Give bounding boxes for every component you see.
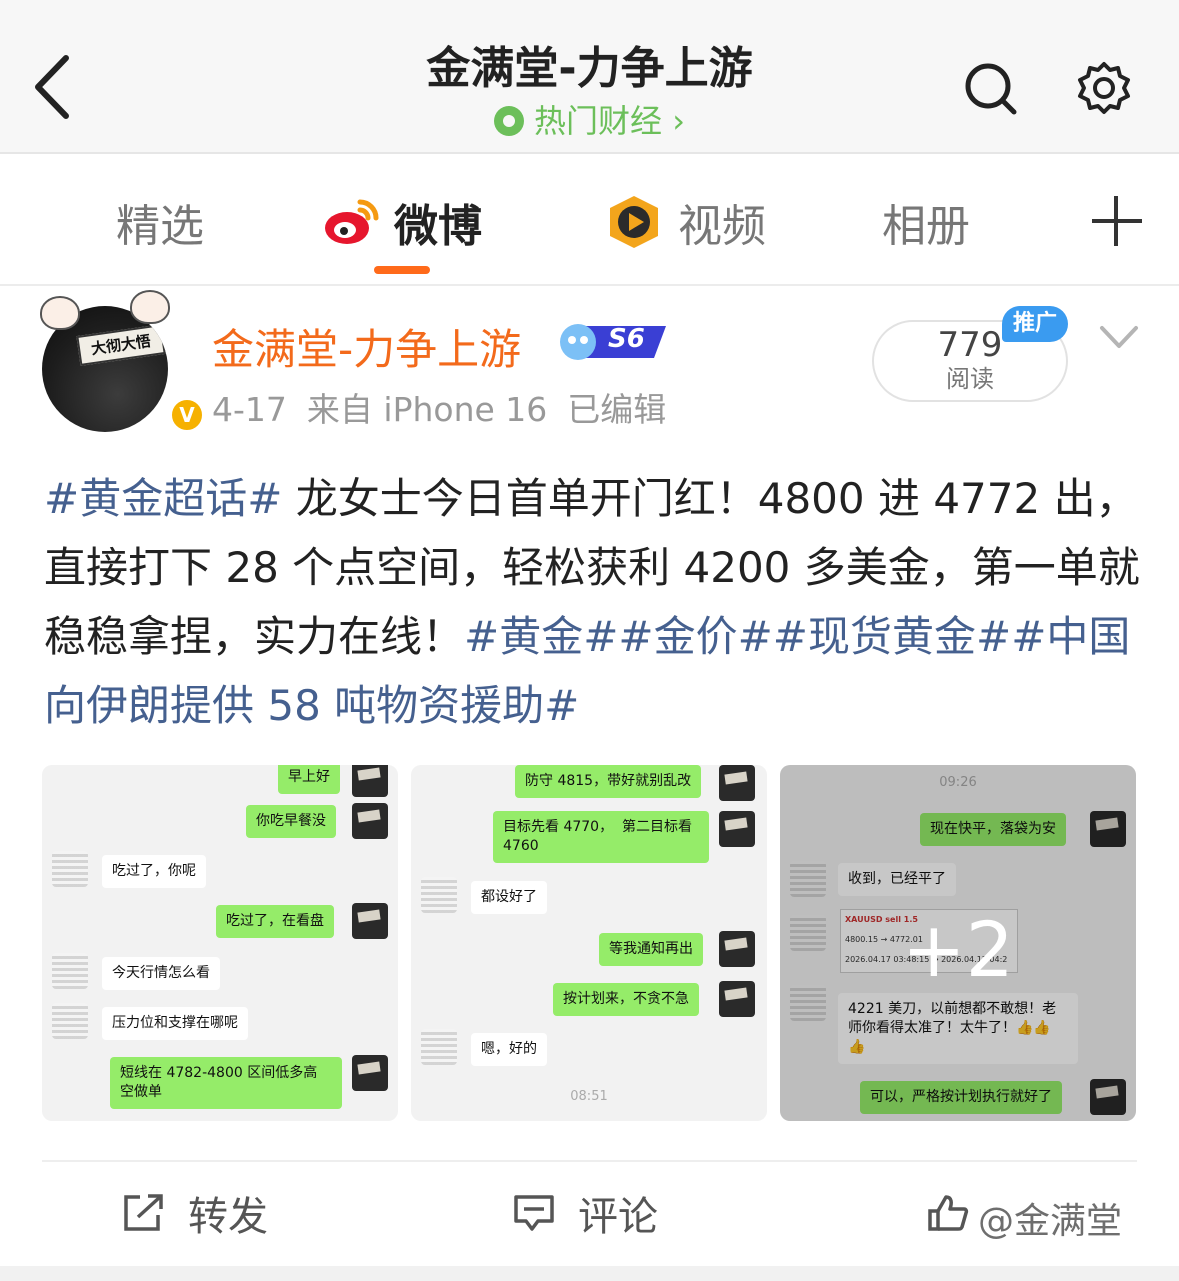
post-image-1[interactable]: 早上好 你吃早餐没 吃过了，你呢 吃过了，在看盘 今天行情怎么看 压力位和支撑在… [42,765,398,1121]
tab-label: 精选 [116,201,204,252]
active-tab-indicator [374,266,430,274]
post-meta: 4-17 来自 iPhone 16 已编辑 [212,383,686,431]
level-badge-label: S6 [608,324,645,354]
cat-sticker-icon [40,296,80,330]
chat-avatar [719,765,755,801]
post-image-3[interactable]: 09:26 现在快平，落袋为安 收到，已经平了 XAUUSD sell 1.5 … [780,765,1136,1121]
post-text: #黄金超话# 龙女士今日首单开门红！4800 进 4772 出，直接打下 28 … [44,464,1144,740]
tab-label: 相册 [882,201,970,252]
chat-avatar [352,903,388,939]
author-name[interactable]: 金满堂-力争上游 [212,316,521,377]
chat-bubble: 你吃早餐没 [246,805,336,838]
chat-bubble: 都设好了 [471,881,547,914]
chat-avatar [421,1029,457,1065]
tab-video[interactable]: 视频 [606,192,766,252]
search-icon [965,63,1017,115]
divider [0,284,1179,286]
divider [42,1160,1137,1162]
chat-avatar [719,981,755,1017]
comment-label: 评论 [578,1194,658,1240]
profile-tabs: 精选 微博 视频 相册 [0,154,1179,284]
chat-avatar [52,953,88,989]
tab-album[interactable]: 相册 [882,192,970,252]
more-images-count: +2 [901,905,1015,994]
chat-bubble: 今天行情怎么看 [102,957,220,990]
post-more-button[interactable] [1096,320,1142,354]
chat-bubble: 短线在 4782-4800 区间低多高 空做单 [110,1057,342,1109]
chevron-down-icon [1100,326,1138,348]
comment-icon [514,1195,554,1231]
post-image-2[interactable]: 防守 4815，带好就别乱改 目标先看 4770， 第二目标看 4760 都设好… [411,765,767,1121]
chat-bubble: 防守 4815，带好就别乱改 [515,765,702,798]
plus-icon [1092,196,1142,246]
gear-icon [1078,62,1130,114]
hashtag-link[interactable]: #黄金超话# [44,474,282,523]
chat-bubble: 按计划来，不贪不急 [553,983,699,1016]
hashtag-link[interactable]: #现货黄金# [773,612,1011,661]
edited-label: 已编辑 [567,390,667,429]
chat-avatar [719,811,755,847]
tab-featured[interactable]: 精选 [116,192,204,252]
weibo-logo-icon [322,194,379,250]
hashtag-link[interactable]: #黄金# [464,612,618,661]
read-count-label: 阅读 [946,365,994,393]
repost-button[interactable]: 转发 [122,1188,268,1240]
chat-avatar [352,803,388,839]
chat-avatar [352,765,388,797]
chat-avatar [52,851,88,887]
repost-label: 转发 [188,1194,268,1240]
bottom-separator [0,1266,1179,1281]
chat-bubble: 压力位和支撑在哪呢 [102,1007,248,1040]
watermark: @金满堂 [978,1201,1123,1242]
chat-bubble: 等我通知再出 [599,933,703,966]
avatar-sign: 大彻大悟 [76,324,166,366]
thumbs-up-icon [928,1195,969,1231]
level-badge[interactable]: S6 [556,320,670,364]
hashtag-link[interactable]: #金价# [618,612,772,661]
chat-avatar [421,877,457,913]
chat-avatar [719,931,755,967]
category-label: 热门财经 [534,102,663,140]
settings-button[interactable] [1076,60,1132,116]
promote-badge[interactable]: 推广 [1002,306,1068,342]
tab-label: 微博 [394,201,482,252]
chat-timestamp: 08:51 [570,1089,608,1104]
cat-sticker-icon [130,290,170,324]
video-play-icon [606,194,662,250]
tab-weibo[interactable]: 微博 [322,192,482,252]
chat-bubble: 嗯，好的 [471,1033,547,1066]
chevron-right-icon: › [672,102,685,140]
verified-badge-icon: V [168,396,206,434]
avatar[interactable]: 大彻大悟 V [40,290,206,436]
chat-bubble: 吃过了，在看盘 [216,905,334,938]
search-button[interactable] [962,60,1018,116]
chat-bubble: 早上好 [278,765,340,794]
chat-bubble: 目标先看 4770， 第二目标看 4760 [493,811,709,863]
add-tab-button[interactable] [1086,184,1146,254]
top-bar: 金满堂-力争上游 热门财经 › [0,0,1179,152]
post-source: 来自 iPhone 16 [306,390,548,429]
chat-bubble: 吃过了，你呢 [102,855,206,888]
hot-topic-icon [494,106,524,136]
comment-button[interactable]: 评论 [512,1188,658,1240]
post-date: 4-17 [212,390,287,429]
tab-label: 视频 [678,201,766,252]
chat-avatar [52,1003,88,1039]
chat-avatar [352,1055,388,1091]
share-icon [124,1194,163,1231]
